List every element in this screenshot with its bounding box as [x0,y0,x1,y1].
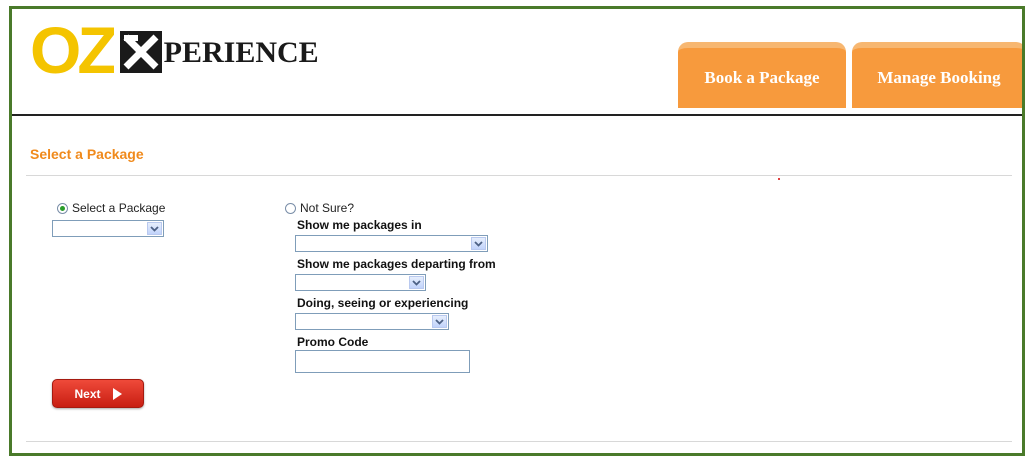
departing-from-select[interactable] [295,274,426,291]
doing-select[interactable] [295,313,449,330]
manage-booking-button[interactable]: Manage Booking [852,42,1022,108]
select-package-radio-label: Select a Package [72,201,166,215]
chevron-down-icon[interactable] [147,222,162,235]
bottom-divider [26,441,1012,442]
next-button[interactable]: Next [52,379,144,408]
not-sure-radio-label: Not Sure? [300,201,355,215]
site-header: OZ PERIENCE Book a Package Manage Bookin… [12,9,1022,116]
promo-code-label: Promo Code [297,335,369,349]
logo-x-icon [119,31,162,73]
chevron-down-icon[interactable] [409,276,424,289]
select-package-option[interactable]: Select a Package [57,201,165,215]
chevron-down-icon[interactable] [432,315,447,328]
select-package-radio[interactable] [57,202,68,214]
main-nav: Book a Package Manage Booking [678,42,1022,108]
logo-perience-text: PERIENCE [163,36,319,69]
page-frame: OZ PERIENCE Book a Package Manage Bookin… [9,6,1025,456]
chevron-down-icon[interactable] [471,237,486,250]
logo-oz-text: OZ [30,21,114,79]
promo-code-input[interactable] [295,350,470,373]
packages-in-label: Show me packages in [297,218,422,232]
title-divider [26,175,1012,176]
page-title: Select a Package [30,146,144,162]
decorative-dot [778,178,780,180]
next-button-label: Next [74,386,101,401]
ozexperience-logo[interactable]: OZ PERIENCE [30,21,319,79]
doing-label: Doing, seeing or experiencing [297,296,469,310]
packages-in-select[interactable] [295,235,488,252]
departing-from-label: Show me packages departing from [297,257,496,271]
book-package-button[interactable]: Book a Package [678,42,846,108]
arrow-right-icon [112,387,122,400]
not-sure-radio[interactable] [285,202,296,214]
not-sure-option[interactable]: Not Sure? [285,201,354,215]
package-select[interactable] [52,220,164,237]
